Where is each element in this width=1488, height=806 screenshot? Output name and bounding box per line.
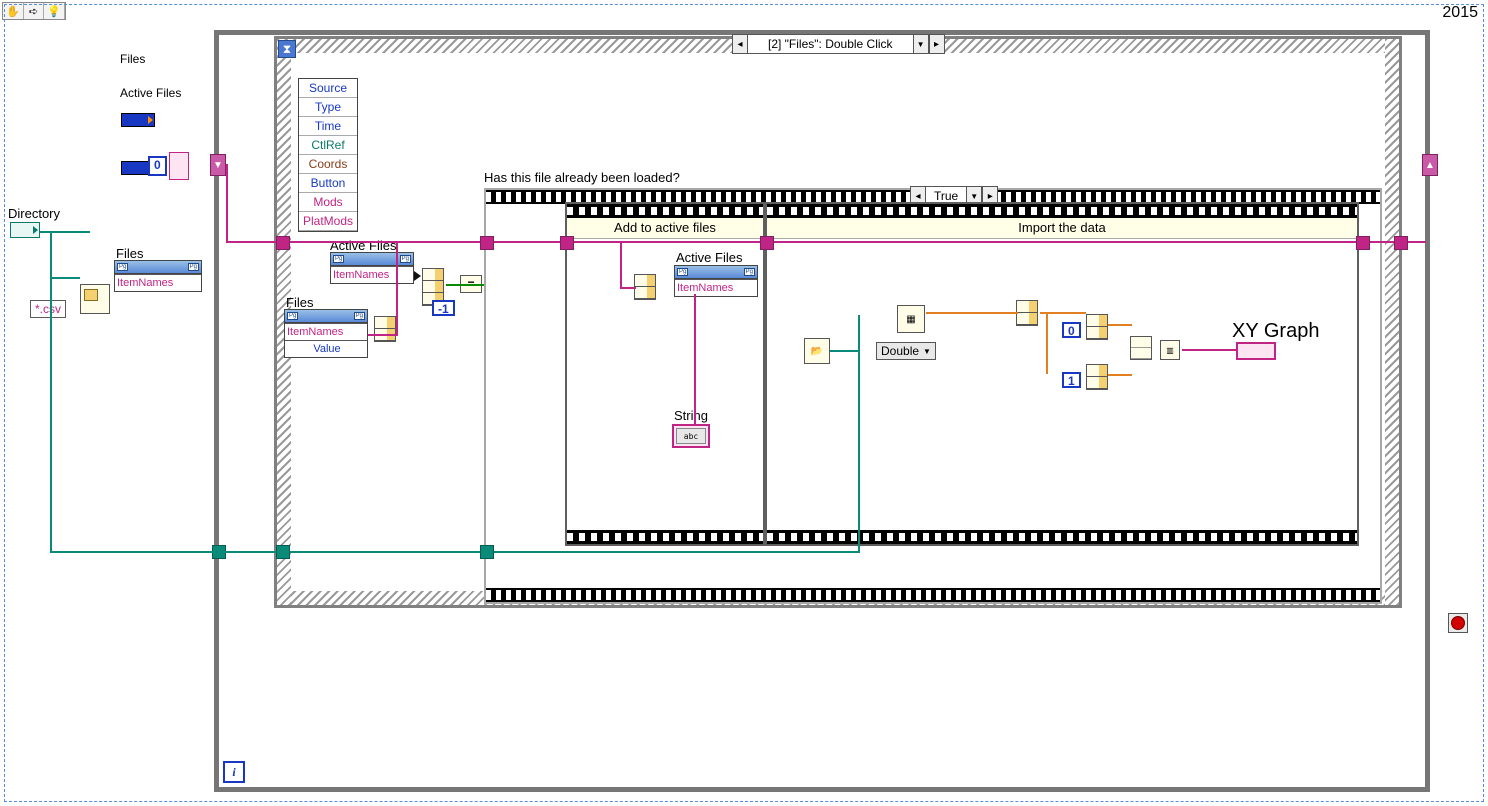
zero-constant[interactable]: 0 — [148, 156, 167, 176]
event-case-selector[interactable]: ◂ [2] "Files": Double Click ▼ ▸ — [732, 34, 1022, 54]
event-item-coords[interactable]: Coords — [299, 155, 357, 174]
directory-path-control[interactable] — [10, 222, 40, 238]
index-row0-node[interactable] — [1086, 314, 1108, 340]
active-files-write-label: Active Files — [676, 250, 742, 265]
index-array-2d[interactable] — [1016, 300, 1038, 326]
files-value-prop[interactable]: Value — [285, 340, 367, 357]
loop-iteration-terminal: i — [223, 761, 245, 783]
read-spreadsheet-node[interactable]: ▦ — [897, 305, 925, 333]
event-item-mods[interactable]: Mods — [299, 193, 357, 212]
files-listbox-label: Files — [120, 52, 145, 66]
files-property-node-inner[interactable]: PgPg ItemNames Value — [284, 309, 368, 358]
index-1-constant[interactable]: 1 — [1062, 372, 1081, 388]
directory-label: Directory — [8, 206, 60, 221]
files-property-node-outer[interactable]: PgPg ItemNames — [114, 260, 202, 292]
index-array-node[interactable] — [374, 316, 396, 342]
files-pn2-label: Files — [286, 295, 313, 310]
active-files-write-propnode[interactable]: PgPg ItemNames — [674, 265, 758, 297]
event-prev-icon[interactable]: ◂ — [732, 34, 748, 54]
event-item-button[interactable]: Button — [299, 174, 357, 193]
event-item-type[interactable]: Type — [299, 98, 357, 117]
event-item-source[interactable]: Source — [299, 79, 357, 98]
seq2-title: Import the data — [767, 218, 1357, 239]
ring-dd-icon: ▼ — [923, 347, 931, 356]
index-array-init: 0 — [148, 152, 189, 180]
event-item-time[interactable]: Time — [299, 117, 357, 136]
string-indicator: abc — [672, 424, 710, 448]
loop-stop-terminal[interactable] — [1448, 613, 1468, 633]
prop-read-arrow-icon — [414, 271, 421, 281]
files-propnode-label: Files — [116, 246, 143, 261]
case-question-label: Has this file already been loaded? — [484, 170, 680, 185]
xy-graph-terminal[interactable] — [1236, 342, 1276, 360]
minus-one-constant[interactable]: -1 — [432, 300, 455, 316]
string-indicator-label: String — [674, 408, 708, 423]
active-files-property-node[interactable]: PgPg ItemNames — [330, 252, 414, 284]
case-film-bottom-holes — [486, 590, 1380, 600]
active-itemnames-prop[interactable]: ItemNames — [331, 266, 413, 283]
shift-register-left[interactable]: ▼ — [210, 154, 226, 176]
build-path-node[interactable]: 📂 — [804, 338, 830, 364]
shift-register-right[interactable]: ▲ — [1422, 154, 1438, 176]
active-write-itemnames[interactable]: ItemNames — [675, 279, 757, 296]
seq1-title: Add to active files — [567, 218, 763, 239]
event-item-ctlref[interactable]: CtlRef — [299, 136, 357, 155]
double-ring-constant[interactable]: Double ▼ — [876, 342, 936, 360]
event-case-label[interactable]: [2] "Files": Double Click — [748, 34, 913, 54]
index-0-constant[interactable]: 0 — [1062, 322, 1081, 338]
ring-label: Double — [881, 344, 919, 358]
files-listbox-terminal[interactable] — [121, 113, 155, 127]
event-case-dropdown-icon[interactable]: ▼ — [913, 34, 929, 54]
files-itemnames-prop[interactable]: ItemNames — [285, 323, 367, 340]
event-data-node[interactable]: Source Type Time CtlRef Coords Button Mo… — [298, 78, 358, 232]
bundle-xy-node[interactable] — [1130, 336, 1152, 360]
itemnames-property[interactable]: ItemNames — [115, 274, 201, 291]
event-next-icon[interactable]: ▸ — [929, 34, 945, 54]
index-row1-node[interactable] — [1086, 364, 1108, 390]
event-timeout-icon[interactable] — [278, 40, 296, 58]
xy-graph-label: XY Graph — [1232, 320, 1319, 343]
csv-pattern-constant[interactable]: *.csv — [30, 300, 66, 318]
event-item-platmods[interactable]: PlatMods — [299, 212, 357, 231]
list-folder-vi-icon[interactable] — [80, 284, 110, 314]
active-files-listbox-label: Active Files — [120, 86, 181, 100]
string-indicator-abc: abc — [676, 428, 706, 444]
array-constant-pink[interactable] — [169, 152, 189, 180]
build-array-seq1[interactable] — [634, 274, 656, 300]
build-cluster-array[interactable]: ▥ — [1160, 340, 1180, 360]
